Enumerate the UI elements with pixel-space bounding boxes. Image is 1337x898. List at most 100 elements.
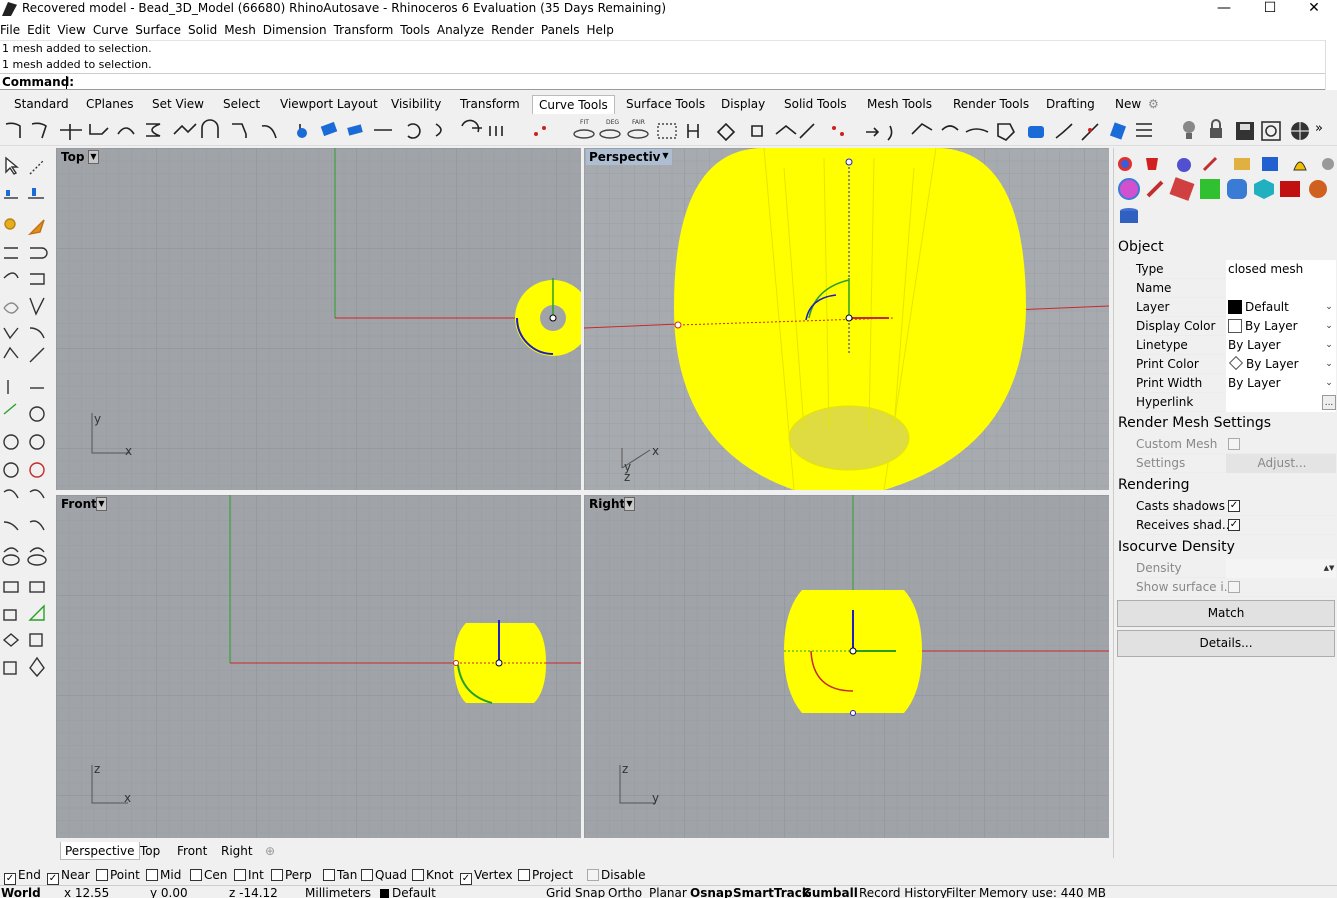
tab-drafting[interactable]: Drafting: [1046, 95, 1095, 114]
menu-item-tools[interactable]: Tools: [400, 20, 430, 40]
close-button[interactable]: ✕: [1291, 0, 1337, 20]
osnap-cen[interactable]: Cen: [190, 867, 227, 883]
gear-icon[interactable]: ⚙: [1148, 95, 1159, 114]
tab-solid-tools[interactable]: Solid Tools: [784, 95, 847, 114]
viewport-menu-icon[interactable]: ▼: [88, 150, 99, 164]
osnap-checkbox[interactable]: [412, 869, 424, 881]
viewport-front[interactable]: Front ▼ z x: [56, 495, 581, 838]
units-label[interactable]: Millimeters: [305, 886, 371, 898]
custom-mesh-checkbox[interactable]: [1228, 438, 1240, 450]
viewport-tab-right[interactable]: Right: [217, 842, 257, 860]
chevron-down-icon[interactable]: ⌄: [1322, 319, 1336, 334]
smarttrack-toggle[interactable]: SmartTrack: [733, 886, 810, 898]
osnap-vertex[interactable]: ✓ Vertex: [460, 867, 513, 885]
history-scrollbar[interactable]: [1325, 40, 1337, 90]
osnap-end[interactable]: ✓ End: [4, 867, 41, 885]
property-value[interactable]: By Layer: [1226, 374, 1336, 393]
command-input[interactable]: [66, 76, 67, 89]
menu-item-surface[interactable]: Surface: [135, 20, 181, 40]
match-button[interactable]: Match: [1117, 600, 1335, 627]
viewport-tab-front[interactable]: Front: [173, 842, 211, 860]
tab-set-view[interactable]: Set View: [152, 95, 204, 114]
planar-toggle[interactable]: Planar: [649, 886, 687, 898]
osnap-point[interactable]: Point: [96, 867, 140, 883]
tab-standard[interactable]: Standard: [14, 95, 69, 114]
tab-select[interactable]: Select: [223, 95, 260, 114]
menu-item-solid[interactable]: Solid: [188, 20, 217, 40]
property-value[interactable]: [1226, 393, 1336, 412]
add-viewport-icon[interactable]: ⊕: [261, 842, 279, 860]
property-value[interactable]: By Layer: [1226, 336, 1336, 355]
viewport-label-perspective[interactable]: Perspective: [586, 149, 672, 165]
menu-item-render[interactable]: Render: [491, 20, 534, 40]
tab-display[interactable]: Display: [721, 95, 765, 114]
gumball-toggle[interactable]: Gumball: [802, 886, 858, 898]
density-input[interactable]: [1226, 559, 1336, 578]
chevron-down-icon[interactable]: ⌄: [1322, 338, 1336, 353]
menu-item-mesh[interactable]: Mesh: [224, 20, 256, 40]
osnap-near[interactable]: ✓ Near: [47, 867, 90, 885]
osnap-project[interactable]: Project: [518, 867, 573, 883]
menu-item-edit[interactable]: Edit: [27, 20, 50, 40]
tab-curve-tools[interactable]: Curve Tools: [532, 95, 615, 114]
osnap-tan[interactable]: Tan: [323, 867, 357, 883]
viewport-menu-icon[interactable]: ▼: [624, 497, 635, 511]
viewport-tab-top[interactable]: Top: [136, 842, 164, 860]
menu-item-curve[interactable]: Curve: [93, 20, 128, 40]
osnap-checkbox[interactable]: [361, 869, 373, 881]
property-value[interactable]: By Layer: [1226, 355, 1336, 374]
osnap-int[interactable]: Int: [234, 867, 264, 883]
tab-cplanes[interactable]: CPlanes: [86, 95, 134, 114]
viewport-menu-icon[interactable]: ▼: [660, 150, 671, 164]
current-layer[interactable]: Default: [392, 886, 436, 898]
chevron-down-icon[interactable]: ⌄: [1322, 357, 1336, 372]
menu-item-analyze[interactable]: Analyze: [437, 20, 484, 40]
receives-shadows-checkbox[interactable]: ✓: [1228, 519, 1240, 531]
chevron-down-icon[interactable]: ⌄: [1322, 300, 1336, 315]
property-value[interactable]: Default: [1226, 298, 1336, 317]
property-value[interactable]: By Layer: [1226, 317, 1336, 336]
osnap-checkbox[interactable]: ✓: [460, 873, 472, 885]
osnap-checkbox[interactable]: [271, 869, 283, 881]
tab-render-tools[interactable]: Render Tools: [953, 95, 1029, 114]
casts-shadows-checkbox[interactable]: ✓: [1228, 500, 1240, 512]
osnap-checkbox[interactable]: ✓: [47, 873, 59, 885]
minimize-button[interactable]: —: [1201, 0, 1247, 20]
osnap-knot[interactable]: Knot: [412, 867, 454, 883]
property-value[interactable]: [1226, 279, 1336, 298]
adjust-button[interactable]: Adjust...: [1226, 454, 1336, 473]
tab-mesh-tools[interactable]: Mesh Tools: [867, 95, 932, 114]
command-line[interactable]: Command:: [0, 73, 1325, 90]
osnap-checkbox[interactable]: [323, 869, 335, 881]
osnap-quad[interactable]: Quad: [361, 867, 407, 883]
density-spinner-icon[interactable]: ▲▼: [1322, 561, 1336, 576]
show-surface-checkbox[interactable]: [1228, 581, 1240, 593]
tab-viewport-layout[interactable]: Viewport Layout: [280, 95, 378, 114]
tab-surface-tools[interactable]: Surface Tools: [626, 95, 705, 114]
viewport-tab-perspective[interactable]: Perspective: [60, 842, 140, 860]
osnap-toggle[interactable]: Osnap: [690, 886, 733, 898]
menu-item-help[interactable]: Help: [587, 20, 614, 40]
menu-item-view[interactable]: View: [57, 20, 85, 40]
osnap-checkbox[interactable]: [518, 869, 530, 881]
osnap-checkbox[interactable]: [234, 869, 246, 881]
tab-new[interactable]: New: [1115, 95, 1141, 114]
filter-toggle[interactable]: Filter: [946, 886, 976, 898]
viewport-right[interactable]: Right ▼ z y: [584, 495, 1109, 838]
viewport-top[interactable]: Top ▼ y x: [56, 148, 581, 490]
menu-item-panels[interactable]: Panels: [541, 20, 580, 40]
osnap-perp[interactable]: Perp: [271, 867, 312, 883]
osnap-checkbox[interactable]: [146, 869, 158, 881]
viewport-perspective[interactable]: Perspective ▼ y x z: [584, 148, 1109, 490]
details-button[interactable]: Details...: [1117, 630, 1335, 657]
osnap-checkbox[interactable]: [96, 869, 108, 881]
menu-item-file[interactable]: File: [0, 20, 20, 40]
cplane-indicator[interactable]: World: [1, 886, 41, 898]
osnap-mid[interactable]: Mid: [146, 867, 181, 883]
tab-transform[interactable]: Transform: [460, 95, 520, 114]
menu-item-transform[interactable]: Transform: [334, 20, 394, 40]
viewport-label-right[interactable]: Right: [586, 496, 629, 512]
maximize-button[interactable]: ☐: [1247, 0, 1293, 20]
panel-tab-icons[interactable]: [1114, 148, 1337, 232]
grid-snap-toggle[interactable]: Grid Snap: [546, 886, 605, 898]
